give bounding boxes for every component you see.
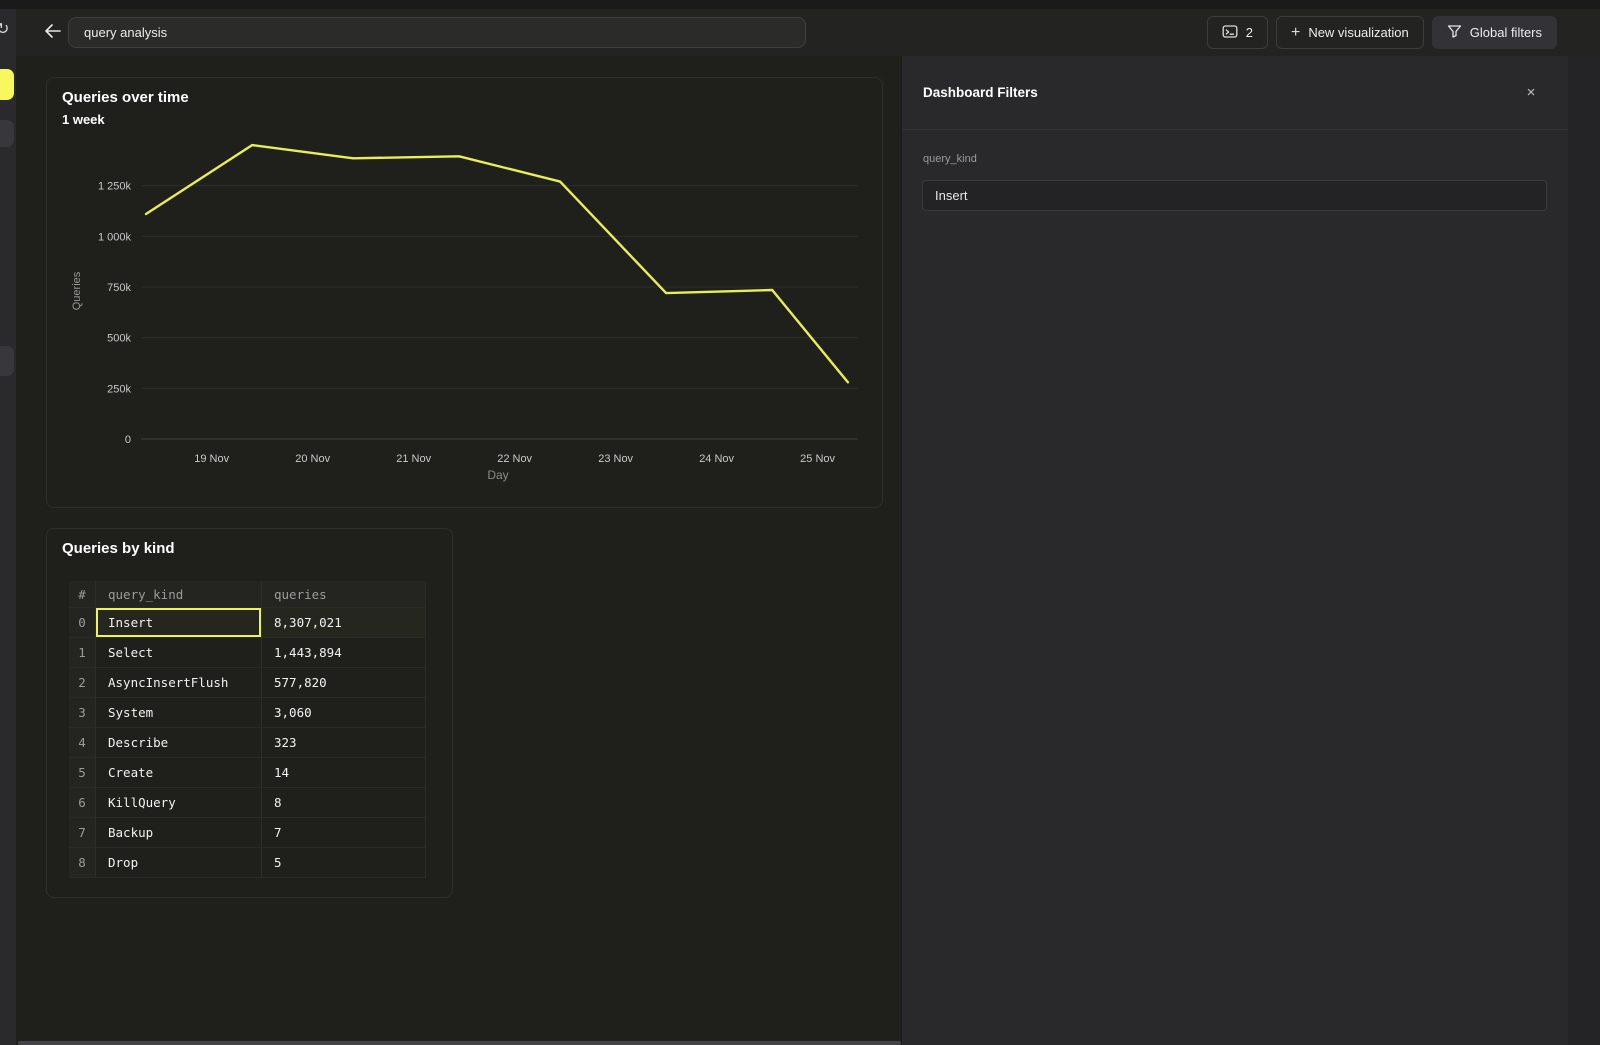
filters-panel-header: Dashboard Filters × (902, 56, 1600, 130)
table-title: Queries by kind (62, 540, 175, 557)
refresh-icon[interactable]: ↻ (0, 19, 9, 39)
x-axis-title: Day (487, 468, 508, 482)
table-row: 4Describe323 (69, 728, 426, 758)
dashboard-title-input[interactable] (68, 17, 806, 48)
cell-queries[interactable]: 5 (261, 848, 426, 878)
cell-queries[interactable]: 7 (261, 818, 426, 848)
arrow-left-icon (44, 24, 61, 41)
filters-panel-title: Dashboard Filters (923, 85, 1038, 100)
y-tick-label: 500k (107, 333, 131, 345)
row-index: 8 (69, 848, 95, 878)
row-index: 3 (69, 698, 95, 728)
table-row: 2AsyncInsertFlush577,820 (69, 668, 426, 698)
chart-line-queries (146, 145, 848, 382)
row-index: 4 (69, 728, 95, 758)
table-wrap: #query_kindqueries 0Insert8,307,0211Sele… (69, 581, 426, 878)
table-card: Queries by kind #query_kindqueries 0Inse… (46, 528, 453, 898)
cell-query-kind[interactable]: Backup (95, 818, 261, 848)
table-row: 0Insert8,307,021 (69, 608, 426, 638)
cell-queries[interactable]: 14 (261, 758, 426, 788)
x-tick-label: 25 Nov (800, 453, 835, 465)
cell-queries[interactable]: 8 (261, 788, 426, 818)
cell-query-kind[interactable]: Insert (95, 608, 261, 638)
row-index: 5 (69, 758, 95, 788)
cell-query-kind[interactable]: System (95, 698, 261, 728)
y-tick-label: 750k (107, 282, 131, 294)
row-index: 7 (69, 818, 95, 848)
back-button[interactable] (40, 21, 64, 45)
table-row: 3System3,060 (69, 698, 426, 728)
x-tick-label: 23 Nov (598, 453, 633, 465)
window-top-strip (0, 0, 1600, 9)
close-icon[interactable]: × (1520, 82, 1542, 104)
cell-query-kind[interactable]: Describe (95, 728, 261, 758)
cell-queries[interactable]: 323 (261, 728, 426, 758)
chart-subtitle: 1 week (62, 112, 105, 127)
column-header-query_kind[interactable]: query_kind (95, 581, 261, 608)
y-axis-title: Queries (71, 271, 83, 310)
queries-over-time-chart[interactable]: 0 250k 500k 750k 1 000k 1 250k 19 Nov 20 Nov 21 … (47, 78, 884, 509)
right-scroll-gutter (1568, 56, 1600, 1045)
dashboard-filters-panel: Dashboard Filters × query_kind Insert (901, 56, 1600, 1045)
cell-query-kind[interactable]: KillQuery (95, 788, 261, 818)
cell-query-kind[interactable]: Select (95, 638, 261, 668)
console-count: 2 (1246, 25, 1253, 40)
x-tick-label: 20 Nov (295, 453, 330, 465)
table-row: 5Create14 (69, 758, 426, 788)
table-row: 1Select1,443,894 (69, 638, 426, 668)
topbar: 2 + New visualization Global filters (16, 9, 1600, 56)
cell-query-kind[interactable]: Drop (95, 848, 261, 878)
left-rail: ↻ (0, 9, 16, 1045)
query-kind-filter-value: Insert (935, 188, 968, 203)
dashboard-canvas: 0250k500k750k1 000k1 250k19 Nov20 Nov21 … (16, 56, 901, 1045)
rail-item[interactable] (0, 346, 14, 376)
sql-console-button[interactable]: 2 (1207, 16, 1268, 49)
query-kind-filter-input[interactable]: Insert (922, 180, 1547, 211)
table-row: 7Backup7 (69, 818, 426, 848)
y-tick-label: 1 000k (98, 231, 132, 243)
column-header-index[interactable]: # (69, 581, 95, 608)
cell-query-kind[interactable]: Create (95, 758, 261, 788)
cell-queries[interactable]: 8,307,021 (261, 608, 426, 638)
rail-item[interactable] (0, 120, 14, 147)
row-index: 2 (69, 668, 95, 698)
x-tick-label: 21 Nov (396, 453, 431, 465)
global-filters-button[interactable]: Global filters (1432, 16, 1557, 49)
row-index: 0 (69, 608, 95, 638)
y-tick-label: 250k (107, 383, 131, 395)
cell-queries[interactable]: 577,820 (261, 668, 426, 698)
column-header-queries[interactable]: queries (261, 581, 426, 608)
rail-item-active[interactable] (0, 69, 14, 100)
console-icon (1222, 24, 1238, 42)
table-row: 8Drop5 (69, 848, 426, 878)
new-visualization-button[interactable]: + New visualization (1276, 16, 1424, 49)
topbar-actions: 2 + New visualization Global filters (1207, 16, 1557, 49)
chart-card: 0 250k 500k 750k 1 000k 1 250k 19 Nov 20 Nov 21 … (46, 77, 883, 508)
x-tick-label: 24 Nov (699, 453, 734, 465)
horizontal-scrollbar[interactable] (18, 1041, 901, 1045)
funnel-icon (1447, 24, 1462, 41)
x-tick-label: 22 Nov (497, 453, 532, 465)
cell-query-kind[interactable]: AsyncInsertFlush (95, 668, 261, 698)
x-tick-label: 19 Nov (194, 453, 229, 465)
query-kind-filter-label: query_kind (923, 153, 977, 165)
table-row: 6KillQuery8 (69, 788, 426, 818)
cell-queries[interactable]: 1,443,894 (261, 638, 426, 668)
y-tick-label: 0 (125, 434, 131, 446)
queries-by-kind-table: #query_kindqueries 0Insert8,307,0211Sele… (69, 581, 426, 878)
plus-icon: + (1291, 25, 1300, 41)
table-header-row: #query_kindqueries (69, 581, 426, 608)
cell-queries[interactable]: 3,060 (261, 698, 426, 728)
chart-title: Queries over time (62, 89, 189, 106)
y-tick-label: 1 250k (98, 181, 132, 193)
row-index: 6 (69, 788, 95, 818)
row-index: 1 (69, 638, 95, 668)
